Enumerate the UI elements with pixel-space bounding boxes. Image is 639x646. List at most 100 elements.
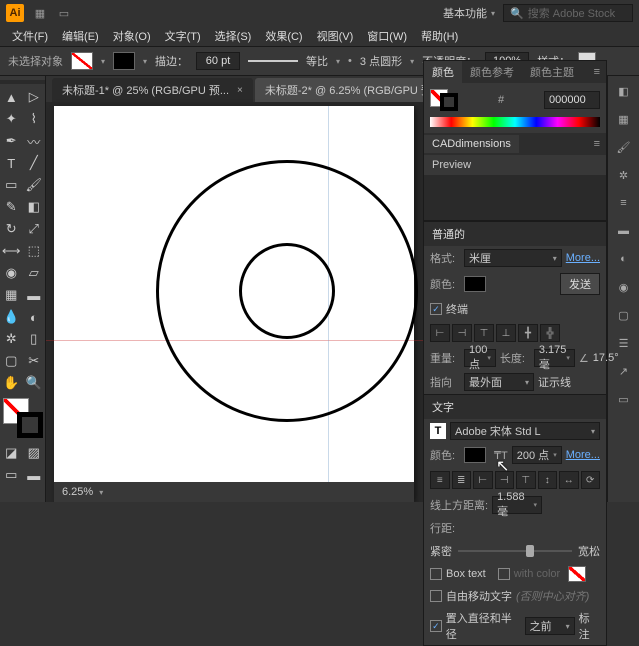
appearance-panel-icon[interactable]: ◉	[615, 278, 633, 296]
text-align-8[interactable]: ⟳	[581, 471, 601, 489]
text-align-3[interactable]: ⊢	[473, 471, 493, 489]
line-above-input[interactable]: 1.588 毫▾	[492, 496, 542, 514]
gradient-mode[interactable]: ▨	[23, 442, 46, 464]
text-align-5[interactable]: ⊤	[516, 471, 536, 489]
font-size-input[interactable]: 200 点▾	[512, 446, 562, 464]
artboard-tool[interactable]: ▢	[0, 350, 23, 372]
type-tool[interactable]: T	[0, 152, 23, 174]
eraser-tool[interactable]: ◧	[23, 196, 46, 218]
fill-swatch[interactable]	[71, 52, 93, 70]
uniform-label[interactable]: 等比	[306, 53, 328, 69]
zoom-status[interactable]: 6.25%▾	[54, 482, 414, 502]
angle-value[interactable]: 17.5°	[593, 352, 619, 364]
text-align-4[interactable]: ⊣	[495, 471, 515, 489]
menu-object[interactable]: 对象(O)	[107, 26, 157, 46]
swatches-panel-icon[interactable]: ▦	[615, 110, 633, 128]
menu-window[interactable]: 窗口(W)	[361, 26, 413, 46]
tab-color-themes[interactable]: 颜色主题	[522, 61, 582, 83]
bridge-icon[interactable]: ▦	[32, 5, 48, 21]
menu-help[interactable]: 帮助(H)	[415, 26, 464, 46]
gradient-panel-icon[interactable]: ▬	[615, 222, 633, 240]
length-input[interactable]: 3.175 毫▾	[534, 349, 575, 367]
text-align-2[interactable]: ≣	[452, 471, 472, 489]
menu-edit[interactable]: 编辑(E)	[56, 26, 105, 46]
align-middle-icon[interactable]: ╋	[518, 324, 538, 342]
hand-tool[interactable]: ✋	[0, 372, 23, 394]
box-color-swatch[interactable]	[568, 566, 586, 582]
rectangle-tool[interactable]: ▭	[0, 174, 23, 196]
align-center-icon[interactable]: ⊣	[452, 324, 472, 342]
menu-type[interactable]: 文字(T)	[159, 26, 207, 46]
more-link[interactable]: More...	[566, 252, 600, 264]
tab-cad[interactable]: CADdimensions	[424, 135, 519, 153]
direct-selection-tool[interactable]: ▷	[23, 86, 46, 108]
send-button[interactable]: 发送	[560, 273, 600, 295]
line-tool[interactable]: ╱	[23, 152, 46, 174]
rotate-tool[interactable]: ↻	[0, 218, 23, 240]
with-color-checkbox[interactable]	[498, 568, 510, 580]
menu-view[interactable]: 视图(V)	[311, 26, 360, 46]
artboards-panel-icon[interactable]: ▭	[615, 390, 633, 408]
color-mode[interactable]: ◪	[0, 442, 23, 464]
mesh-tool[interactable]: ▦	[0, 284, 23, 306]
shape-builder-tool[interactable]: ◉	[0, 262, 23, 284]
gradient-tool[interactable]: ▬	[23, 284, 46, 306]
perspective-tool[interactable]: ▱	[23, 262, 46, 284]
inner-circle-shape[interactable]	[239, 243, 335, 339]
color-swatch[interactable]	[464, 276, 486, 292]
stroke-panel-icon[interactable]: ≡	[615, 194, 633, 212]
more-link-2[interactable]: More...	[566, 449, 600, 461]
zoom-tool[interactable]: 🔍	[23, 372, 46, 394]
weight-input[interactable]: 100 点▾	[464, 349, 496, 367]
spacing-slider[interactable]	[458, 550, 572, 552]
hex-input[interactable]: 000000	[544, 91, 600, 109]
panel-menu-icon[interactable]: ≡	[588, 66, 606, 78]
pen-tool[interactable]: ✒	[0, 130, 23, 152]
tab-color-guide[interactable]: 颜色参考	[462, 61, 522, 83]
search-stock-input[interactable]: 🔍 搜索 Adobe Stock	[503, 4, 633, 22]
menu-effect[interactable]: 效果(C)	[259, 26, 308, 46]
graph-tool[interactable]: ▯	[23, 328, 46, 350]
transparency-panel-icon[interactable]: ◐	[615, 250, 633, 268]
asset-export-panel-icon[interactable]: ↗	[615, 362, 633, 380]
before-select[interactable]: 之前▾	[525, 617, 575, 635]
eyedropper-tool[interactable]: 💧	[0, 306, 23, 328]
screen-mode[interactable]: ▭	[0, 464, 23, 486]
diam-radius-checkbox[interactable]: ✓	[430, 620, 442, 632]
stroke-swatch[interactable]	[113, 52, 135, 70]
free-move-checkbox[interactable]	[430, 590, 442, 602]
symbols-panel-icon[interactable]: ✲	[615, 166, 633, 184]
font-select[interactable]: Adobe 宋体 Std L▾	[450, 422, 600, 440]
align-left-icon[interactable]: ⊢	[430, 324, 450, 342]
chevron-down-icon[interactable]: ▾	[143, 57, 147, 66]
selection-tool[interactable]: ▲	[0, 86, 23, 108]
brushes-panel-icon[interactable]: 🖌	[615, 138, 633, 156]
layers-panel-icon[interactable]: ☰	[615, 334, 633, 352]
workspace-label[interactable]: 基本功能	[443, 5, 487, 21]
text-align-6[interactable]: ↕	[538, 471, 558, 489]
close-icon[interactable]: ×	[237, 85, 243, 96]
tab-color[interactable]: 颜色	[424, 61, 462, 83]
terminal-checkbox[interactable]: ✓	[430, 303, 442, 315]
free-transform-tool[interactable]: ⬚	[23, 240, 46, 262]
text-color-swatch[interactable]	[464, 447, 486, 463]
document-tab-1[interactable]: 未标题-1* @ 25% (RGB/GPU 预...×	[52, 78, 253, 102]
box-text-checkbox[interactable]	[430, 568, 442, 580]
stroke-indicator[interactable]	[17, 412, 43, 438]
align-bottom-icon[interactable]: ╬	[540, 324, 560, 342]
blend-tool[interactable]: ◐	[23, 306, 46, 328]
shaper-tool[interactable]: ✎	[0, 196, 23, 218]
magic-wand-tool[interactable]: ✦	[0, 108, 23, 130]
graphic-styles-panel-icon[interactable]: ▢	[615, 306, 633, 324]
chevron-down-icon[interactable]: ▾	[101, 57, 105, 66]
arrange-icon[interactable]: ▭	[56, 5, 72, 21]
chevron-down-icon[interactable]: ▾	[410, 57, 414, 66]
align-right-icon[interactable]: ⊤	[474, 324, 494, 342]
panel-menu-icon[interactable]: ≡	[588, 138, 606, 150]
text-align-7[interactable]: ↔	[559, 471, 579, 489]
point-select[interactable]: 最外面▾	[464, 373, 534, 391]
chevron-down-icon[interactable]: ▾	[491, 9, 495, 18]
width-tool[interactable]: ⟷	[0, 240, 23, 262]
stroke-weight-input[interactable]: 60 pt	[196, 52, 240, 70]
menu-select[interactable]: 选择(S)	[209, 26, 258, 46]
